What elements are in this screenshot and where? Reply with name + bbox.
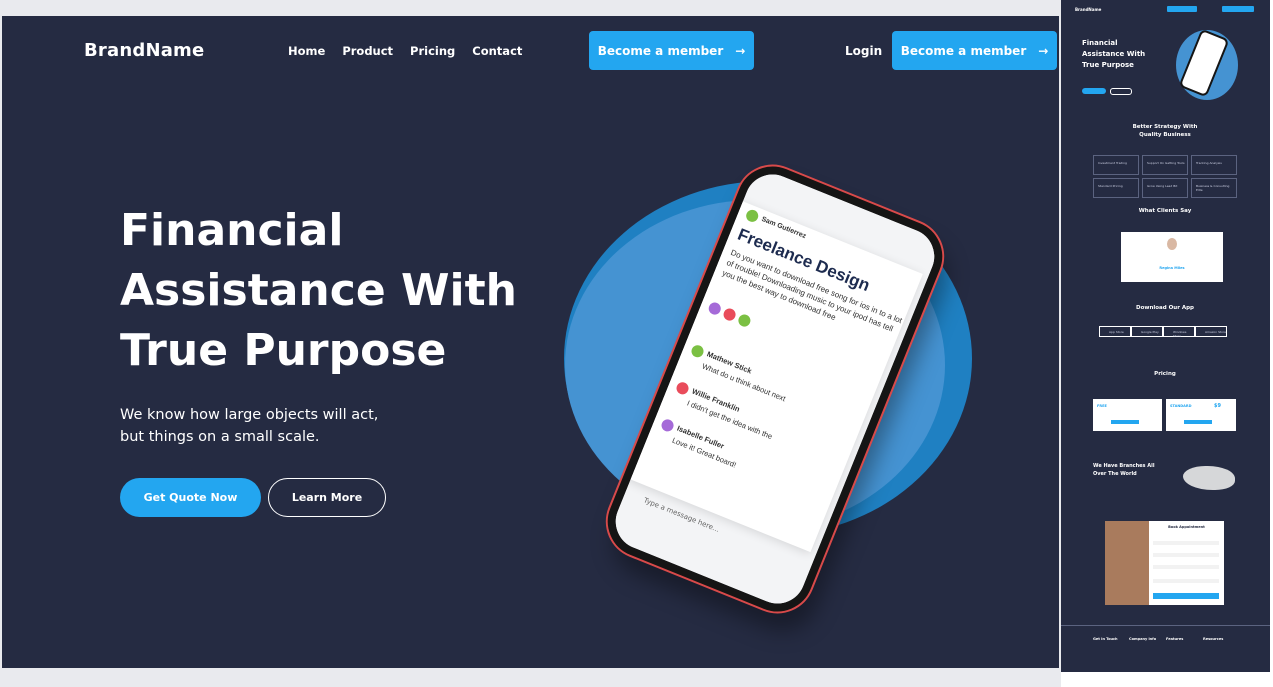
login-link[interactable]: Login: [845, 44, 882, 58]
message-avatar: [674, 380, 691, 397]
thumb-appointment-photo: [1105, 521, 1149, 605]
thumb-learn-button: [1110, 88, 1132, 95]
hero-section: BrandName Home Product Pricing Contact B…: [2, 16, 1059, 668]
thumb-client-name: Regina Miles: [1159, 266, 1185, 270]
nav-product[interactable]: Product: [342, 44, 393, 58]
nav-home[interactable]: Home: [288, 44, 325, 58]
thumb-pricing-title: Pricing: [1154, 371, 1176, 377]
thumb-form-field: [1153, 553, 1219, 557]
thumb-plan-price: $9: [1214, 403, 1221, 409]
thumb-store-button: Google Play: [1131, 326, 1163, 337]
thumb-store-label: Windows Store: [1173, 330, 1187, 338]
brand-logo[interactable]: BrandName: [84, 40, 204, 61]
thumb-brand: BrandName: [1075, 7, 1102, 12]
thumb-branches-line: Over The World: [1093, 471, 1137, 477]
thumb-service-label: Tracking Analysis: [1196, 161, 1222, 165]
become-member-button-center[interactable]: Become a member →: [589, 31, 754, 70]
thumb-service-label: Business & Consulting Elite: [1196, 184, 1230, 192]
thumb-service-card: Standard Pricing: [1093, 178, 1139, 198]
become-member-label: Become a member: [900, 43, 1027, 58]
thumb-plan-card: STANDARD $9: [1166, 399, 1236, 431]
thumb-service-label: Standard Pricing: [1098, 184, 1123, 188]
thumb-hero-line: True Purpose: [1082, 61, 1134, 69]
thumb-testimonial-card: Regina Miles: [1121, 232, 1223, 282]
thumb-hero-line: Financial: [1082, 39, 1118, 47]
arrow-right-icon: →: [1038, 43, 1049, 58]
thumb-clients-title: What Clients Say: [1138, 208, 1192, 214]
become-member-label: Become a member: [597, 43, 724, 58]
participant-avatar: [736, 312, 753, 329]
thumb-footer-heading: Features: [1166, 637, 1184, 641]
thumb-service-card: Tracking Analysis: [1191, 155, 1237, 175]
user-avatar: [744, 208, 761, 224]
thumb-service-card: Business & Consulting Elite: [1191, 178, 1237, 198]
thumb-strategy-line: Quality Business: [1139, 132, 1191, 138]
thumb-hero-line: Assistance With: [1082, 50, 1146, 58]
page-preview-thumbnail: BrandName Financial Assistance With True…: [1061, 0, 1273, 687]
thumb-service-label: Support On Getting Tools: [1147, 161, 1185, 165]
message-avatar: [659, 417, 676, 434]
message-avatar: [689, 343, 706, 360]
thumb-strategy-line: Better Strategy With: [1132, 124, 1198, 130]
arrow-right-icon: →: [735, 43, 746, 58]
thumb-member-button: [1222, 6, 1254, 12]
learn-more-button[interactable]: Learn More: [268, 478, 386, 517]
thumb-form-field: [1153, 579, 1219, 583]
thumb-footer-bottom: [1061, 672, 1270, 684]
thumb-quote-button: [1082, 88, 1106, 94]
thumb-service-card: Grow Using Lead Bit: [1142, 178, 1188, 198]
thumb-form-submit: [1153, 593, 1219, 599]
nav-pricing[interactable]: Pricing: [410, 44, 455, 58]
thumb-store-label: Google Play: [1141, 330, 1159, 334]
thumb-form-field: [1153, 565, 1219, 569]
thumb-plan-button: [1111, 420, 1139, 424]
thumb-store-button: Windows Store: [1163, 326, 1195, 338]
thumb-strategy-title: Better Strategy With Quality Business: [1101, 123, 1229, 139]
thumb-service-card: Support On Getting Tools: [1142, 155, 1188, 175]
main-nav: Home Product Pricing Contact: [288, 44, 522, 58]
thumb-branches-title: We Have Branches All Over The World: [1093, 462, 1155, 478]
thumb-footer-divider: [1061, 625, 1270, 626]
become-member-button[interactable]: Become a member →: [892, 31, 1057, 70]
thumb-footer-heading: Resources: [1203, 637, 1224, 641]
hero-title-line: True Purpose: [120, 325, 447, 376]
thumb-service-label: Investment Trading: [1098, 161, 1127, 165]
thumb-store-label: Amazon Store: [1205, 330, 1227, 334]
get-quote-button[interactable]: Get Quote Now: [120, 478, 261, 517]
thumb-service-label: Grow Using Lead Bit: [1147, 184, 1178, 188]
participant-avatar: [721, 306, 738, 323]
thumb-hero-title: Financial Assistance With True Purpose: [1082, 38, 1145, 71]
thumb-plan-name: FREE: [1097, 404, 1107, 408]
thumb-appointment-form: Book Appointment: [1149, 521, 1224, 605]
thumb-store-button: Amazon Store: [1195, 326, 1227, 337]
hero-title: Financial Assistance With True Purpose: [120, 201, 550, 381]
hero-title-line: Financial: [120, 205, 344, 256]
thumb-branches-line: We Have Branches All: [1093, 463, 1155, 469]
nav-contact[interactable]: Contact: [472, 44, 522, 58]
thumb-plan-button: [1184, 420, 1212, 424]
hero-title-line: Assistance With: [120, 265, 517, 316]
hero-subtitle-line: but things on a small scale.: [120, 429, 320, 445]
thumb-footer-heading: Get In Touch: [1093, 637, 1118, 641]
thumb-service-card: Investment Trading: [1093, 155, 1139, 175]
thumb-form-field: [1153, 541, 1219, 545]
hero-subtitle-line: We know how large objects will act,: [120, 407, 379, 423]
thumb-store-label: App Store: [1109, 330, 1124, 334]
thumb-plan-card: FREE: [1093, 399, 1162, 431]
thumb-member-button: [1167, 6, 1197, 12]
hero-subtitle: We know how large objects will act, but …: [120, 404, 450, 448]
thumb-client-avatar: [1167, 238, 1177, 250]
participant-avatar: [706, 300, 723, 317]
thumb-footer-heading: Company info: [1129, 637, 1157, 641]
thumb-download-title: Download Our App: [1136, 305, 1194, 311]
thumb-appointment-title: Book Appointment: [1168, 525, 1205, 529]
thumb-plan-name: STANDARD: [1170, 404, 1192, 408]
thumb-store-button: App Store: [1099, 326, 1131, 337]
